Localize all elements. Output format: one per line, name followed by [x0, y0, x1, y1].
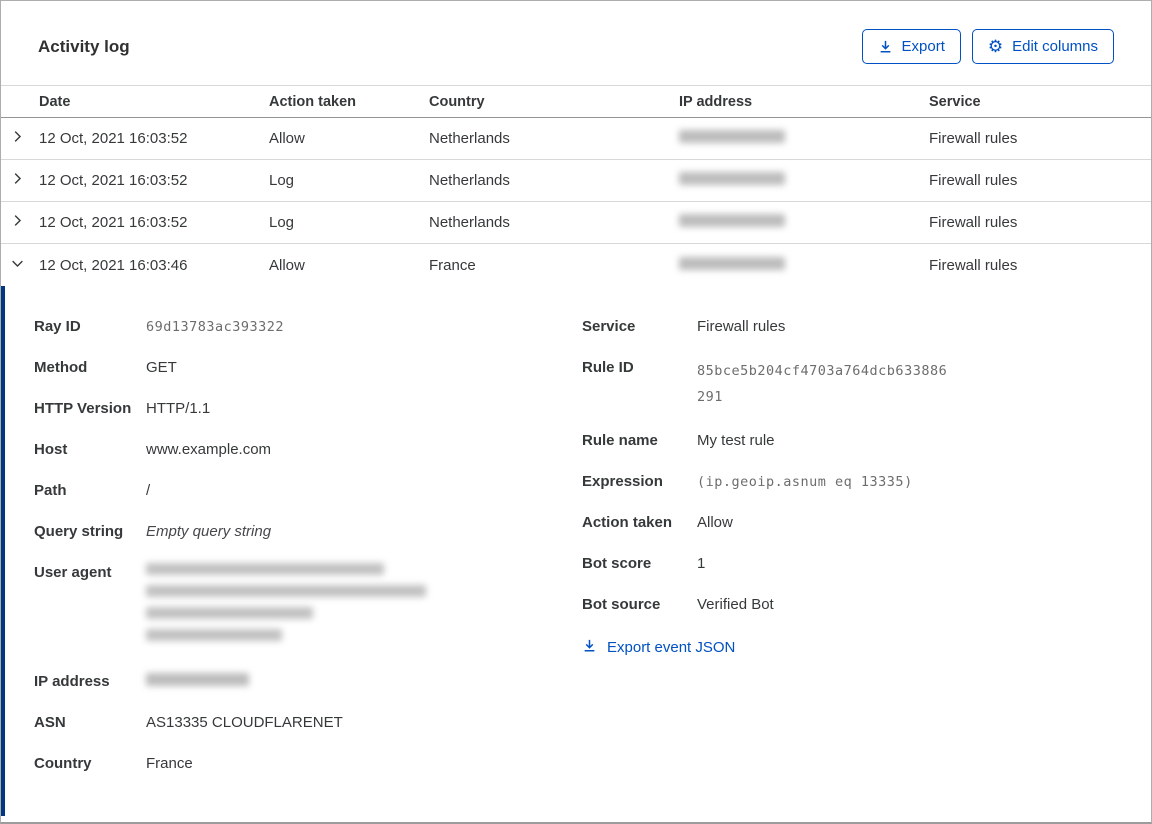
detail-field-host: Host www.example.com — [34, 441, 272, 458]
table-row[interactable]: 12 Oct, 2021 16:03:52 Log Netherlands Fi… — [1, 160, 1151, 202]
detail-field-http-version: HTTP Version HTTP/1.1 — [34, 400, 211, 417]
download-icon — [878, 39, 893, 54]
gear-icon: ⚙ — [987, 37, 1004, 56]
cell-service: Firewall rules — [929, 172, 1018, 189]
detail-field-ip-address: IP address — [34, 672, 582, 692]
cell-country: Netherlands — [429, 130, 510, 147]
expand-row-button[interactable] — [1, 129, 39, 148]
detail-field-asn: ASN AS13335 CLOUDFLARENET — [34, 714, 343, 731]
cell-date: 12 Oct, 2021 16:03:52 — [39, 130, 188, 147]
activity-log-panel: Activity log Export ⚙ Edit columns Date … — [0, 0, 1152, 824]
table-header: Date Action taken Country IP address Ser… — [1, 85, 1151, 118]
detail-left-column: Ray ID 69d13783ac393322 Method GET HTTP … — [34, 317, 582, 795]
column-header-date: Date — [39, 93, 71, 110]
cell-action: Log — [269, 172, 295, 189]
chevron-right-icon — [10, 213, 25, 232]
toolbar: Export ⚙ Edit columns — [861, 29, 1114, 64]
chevron-down-icon — [10, 256, 25, 275]
column-header-action-taken: Action taken — [269, 93, 357, 110]
expand-row-button[interactable] — [1, 213, 39, 232]
cell-ip-redacted — [679, 256, 929, 274]
detail-field-method: Method GET — [34, 359, 177, 376]
cell-date: 12 Oct, 2021 16:03:52 — [39, 214, 188, 231]
detail-field-expression: Expression (ip.geoip.asnum eq 13335) — [582, 473, 913, 490]
detail-field-rule-name: Rule name My test rule — [582, 432, 775, 449]
edit-columns-button-label: Edit columns — [1012, 38, 1098, 55]
column-header-country: Country — [429, 93, 485, 110]
expand-row-button[interactable] — [1, 171, 39, 190]
cell-service: Firewall rules — [929, 214, 1018, 231]
cell-action: Allow — [269, 130, 305, 147]
cell-country: France — [429, 256, 476, 274]
detail-field-user-agent: User agent — [34, 563, 582, 651]
detail-field-query-string: Query string Empty query string — [34, 523, 272, 540]
chevron-right-icon — [10, 129, 25, 148]
chevron-right-icon — [10, 171, 25, 190]
export-event-json-label: Export event JSON — [607, 639, 736, 656]
page-title: Activity log — [38, 36, 130, 56]
export-button-label: Export — [901, 38, 945, 55]
cell-ip-redacted — [679, 130, 929, 147]
detail-field-action-taken: Action taken Allow — [582, 514, 733, 531]
cell-date: 12 Oct, 2021 16:03:52 — [39, 172, 188, 189]
cell-ip-redacted — [679, 214, 929, 231]
detail-field-ray-id: Ray ID 69d13783ac393322 — [34, 318, 285, 335]
export-button[interactable]: Export — [861, 29, 961, 64]
cell-date: 12 Oct, 2021 16:03:46 — [39, 256, 188, 274]
detail-field-rule-id: Rule ID 85bce5b204cf4703a764dcb633886291 — [582, 359, 948, 405]
event-detail-panel: Ray ID 69d13783ac393322 Method GET HTTP … — [1, 286, 1151, 816]
table-row[interactable]: 12 Oct, 2021 16:03:52 Allow Netherlands … — [1, 118, 1151, 160]
detail-field-bot-score: Bot score 1 — [582, 555, 706, 572]
collapse-row-button[interactable] — [1, 256, 39, 275]
detail-field-path: Path / — [34, 482, 151, 499]
column-header-ip-address: IP address — [679, 93, 753, 110]
table-row-expanded[interactable]: 12 Oct, 2021 16:03:46 Allow France Firew… — [1, 244, 1151, 286]
export-event-json-link[interactable]: Export event JSON — [582, 638, 735, 657]
cell-ip-redacted — [679, 172, 929, 189]
edit-columns-button[interactable]: ⚙ Edit columns — [971, 29, 1114, 64]
cell-service: Firewall rules — [929, 256, 1018, 274]
cell-action: Log — [269, 214, 295, 231]
detail-field-bot-source: Bot source Verified Bot — [582, 596, 774, 613]
table-row[interactable]: 12 Oct, 2021 16:03:52 Log Netherlands Fi… — [1, 202, 1151, 244]
detail-right-column: Service Firewall rules Rule ID 85bce5b20… — [582, 317, 1151, 658]
redacted-user-agent — [146, 563, 426, 651]
cell-country: Netherlands — [429, 172, 510, 189]
detail-field-service: Service Firewall rules — [582, 318, 786, 335]
detail-field-country: Country France — [34, 755, 193, 772]
redacted-ip-address — [146, 672, 249, 692]
cell-country: Netherlands — [429, 214, 510, 231]
download-icon — [582, 638, 597, 657]
topbar: Activity log Export ⚙ Edit columns — [1, 1, 1151, 64]
cell-action: Allow — [269, 256, 305, 274]
cell-service: Firewall rules — [929, 130, 1018, 147]
column-header-service: Service — [929, 93, 981, 110]
